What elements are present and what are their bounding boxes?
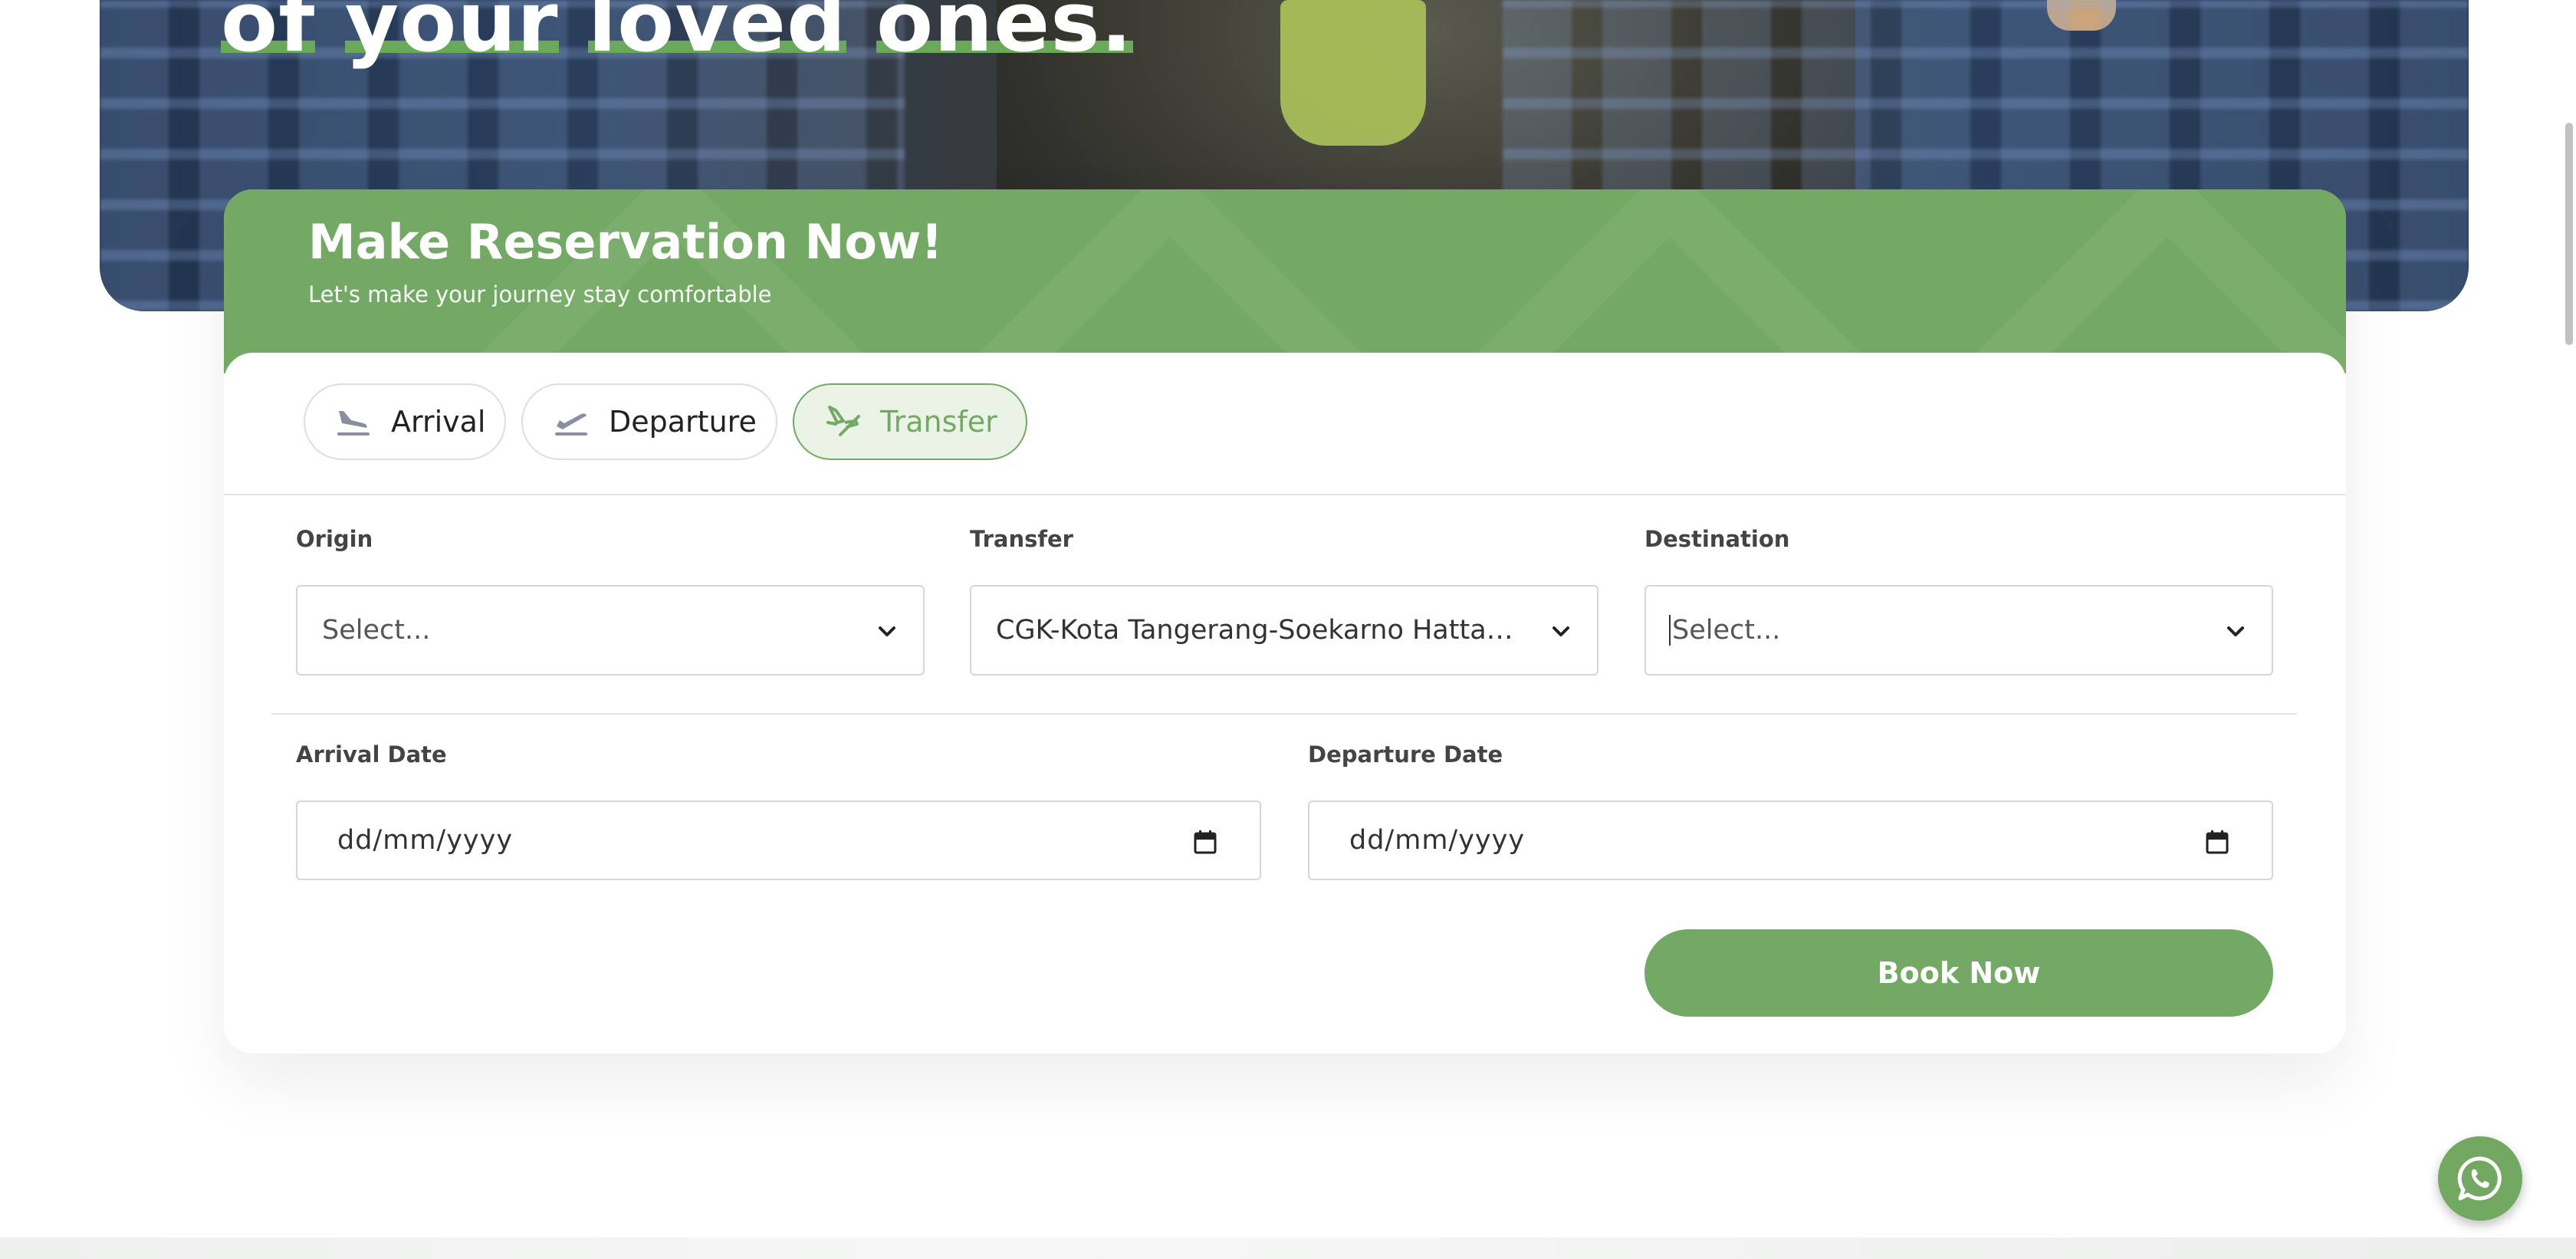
- tab-departure-label: Departure: [609, 405, 757, 439]
- reservation-subtitle: Let's make your journey stay comfortable: [308, 281, 772, 307]
- departure-date-label: Departure Date: [1308, 741, 1503, 768]
- plane-landing-icon: [336, 404, 371, 439]
- arrival-date-value: dd/mm/yyyy: [337, 825, 514, 856]
- page-scrollbar[interactable]: [2565, 123, 2573, 345]
- destination-label: Destination: [1644, 526, 1790, 552]
- origin-select-value: Select...: [322, 615, 431, 646]
- origin-select[interactable]: Select...: [296, 585, 925, 676]
- tab-departure[interactable]: Departure: [521, 383, 777, 460]
- chevron-down-icon: [879, 626, 895, 636]
- transfer-label: Transfer: [970, 526, 1073, 552]
- calendar-icon[interactable]: [2206, 830, 2229, 854]
- plane-transfer-icon: [825, 404, 860, 439]
- departure-date-input[interactable]: dd/mm/yyyy: [1308, 800, 2273, 880]
- reservation-header: Make Reservation Now! Let's make your jo…: [224, 189, 2346, 373]
- fields-divider: [271, 713, 2297, 715]
- tab-arrival-label: Arrival: [391, 405, 486, 439]
- arrival-date-input[interactable]: dd/mm/yyyy: [296, 800, 1261, 880]
- tab-transfer-label: Transfer: [880, 405, 997, 439]
- header-pattern: [1468, 189, 1870, 373]
- tab-transfer[interactable]: Transfer: [793, 383, 1027, 460]
- chevron-down-icon: [2227, 626, 2244, 636]
- calendar-icon[interactable]: [1194, 830, 1217, 854]
- chevron-down-icon: [1552, 626, 1569, 636]
- reservation-form: Arrival Departure Transfer Origin Select…: [224, 353, 2346, 1054]
- whatsapp-icon: [2457, 1156, 2502, 1201]
- hero-scarf: [1280, 0, 1426, 146]
- transfer-select-value: CGK-Kota Tangerang-Soekarno Hatta Intern…: [996, 615, 1517, 646]
- destination-select-value: Select...: [1669, 615, 2178, 646]
- hero-title: of your loved ones.: [221, 0, 1133, 72]
- reservation-title: Make Reservation Now!: [308, 214, 943, 270]
- next-section-edge: [0, 1238, 2576, 1259]
- departure-date-value: dd/mm/yyyy: [1349, 825, 1526, 856]
- header-pattern: [1967, 189, 2346, 373]
- header-pattern: [970, 189, 1372, 373]
- arrival-date-label: Arrival Date: [296, 741, 447, 768]
- reservation-card: Make Reservation Now! Let's make your jo…: [224, 189, 2346, 1054]
- whatsapp-button[interactable]: [2438, 1136, 2522, 1221]
- book-now-button[interactable]: Book Now: [1644, 929, 2273, 1017]
- tabs-divider: [224, 494, 2346, 495]
- transfer-select[interactable]: CGK-Kota Tangerang-Soekarno Hatta Intern…: [970, 585, 1598, 676]
- tab-arrival[interactable]: Arrival: [304, 383, 506, 460]
- destination-select[interactable]: Select...: [1644, 585, 2273, 676]
- origin-label: Origin: [296, 526, 373, 552]
- plane-takeoff-icon: [554, 404, 589, 439]
